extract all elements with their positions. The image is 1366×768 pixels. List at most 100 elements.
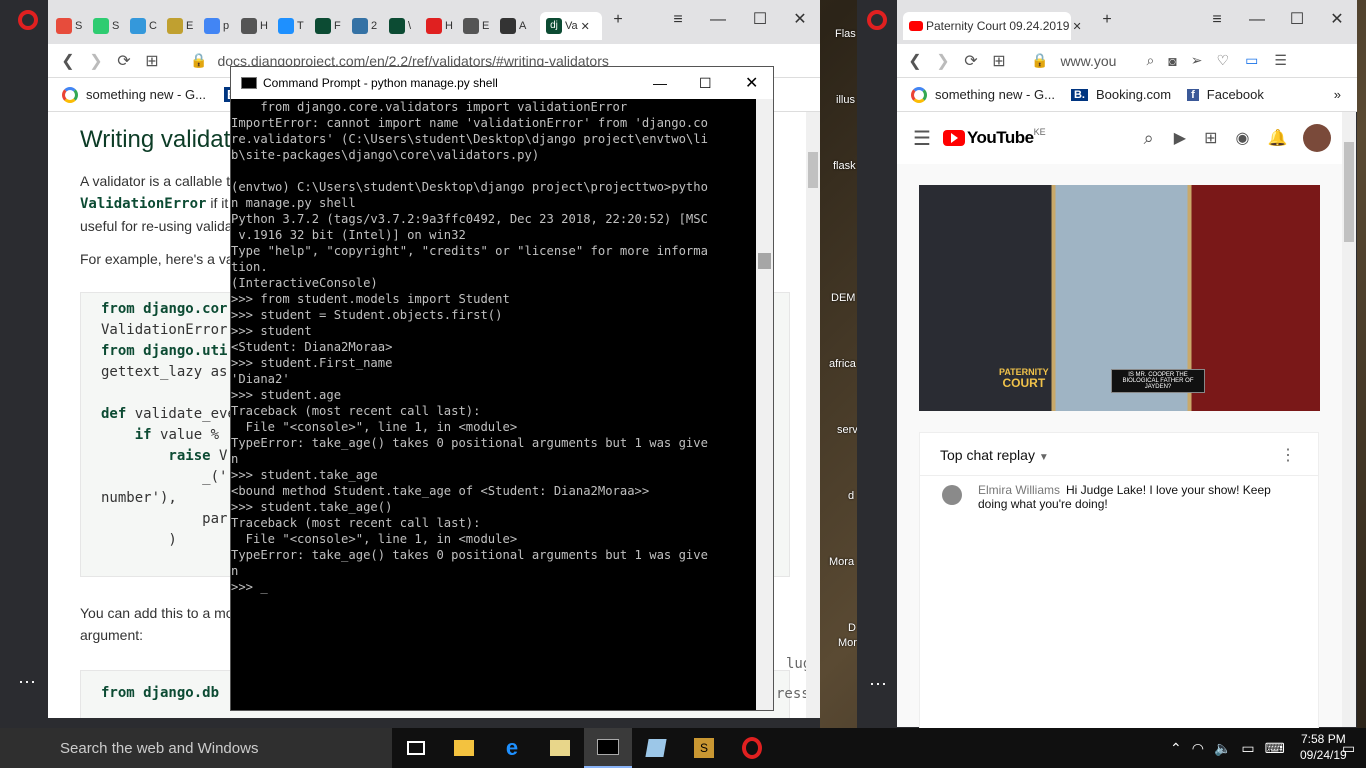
task-view-icon[interactable] [392,728,440,768]
minimize-button[interactable]: — [1247,10,1267,30]
opera-logo-icon[interactable] [867,10,887,30]
video-player[interactable]: PATERNITY COURT IS MR. COOPER THE BIOLOGI… [919,185,1320,411]
search-box[interactable]: Search the web and Windows [0,728,392,768]
minimize-button[interactable]: — [653,75,667,91]
store-icon[interactable] [536,728,584,768]
browser-tab[interactable]: A [500,12,536,40]
chat-header[interactable]: Top chat replay ▼ [940,447,1049,463]
opera-taskbar-icon[interactable] [728,728,776,768]
bookmark-something-new[interactable]: something new - G... [935,87,1055,102]
cmd-scrollbar[interactable] [756,99,773,710]
browser-tab[interactable]: E [463,12,499,40]
back-icon[interactable]: ❮ [901,51,929,71]
desktop-icon-label[interactable]: Mor [838,637,857,649]
forward-icon[interactable]: ❯ [82,51,110,71]
browser-tab[interactable]: p [204,12,240,40]
desktop-icon-label[interactable]: D [848,622,856,634]
maximize-button[interactable]: ☐ [1287,10,1307,30]
close-window-button[interactable]: ✕ [790,10,810,30]
lock-icon: 🔒 [190,52,208,68]
close-window-button[interactable]: ✕ [1327,10,1347,30]
paint-icon[interactable] [632,728,680,768]
forward-icon[interactable]: ❯ [929,51,957,71]
browser-tab[interactable]: 2 [352,12,388,40]
back-icon[interactable]: ❮ [54,51,82,71]
volume-icon[interactable]: 🔈 [1214,740,1231,757]
heart-icon[interactable]: ♡ [1217,52,1230,69]
close-tab-icon[interactable]: ✕ [581,20,590,33]
browser-tab[interactable]: S [56,12,92,40]
action-center-icon[interactable]: ▭ [1342,740,1355,757]
tab-active-validators[interactable]: dj Va ✕ [540,12,602,40]
page-scrollbar[interactable] [1342,112,1356,727]
youtube-logo[interactable]: YouTube [967,128,1034,148]
opera-logo-icon[interactable] [18,10,38,30]
cmd-title-bar[interactable]: Command Prompt - python manage.py shell … [231,67,773,99]
browser-tab[interactable]: \ [389,12,425,40]
youtube-logo-icon[interactable] [942,130,965,146]
keyboard-icon[interactable]: ⌨ [1265,740,1285,757]
clock[interactable]: 7:58 PM 09/24/19 [1300,731,1347,763]
bookmark-something-new[interactable]: something new - G... [86,87,206,102]
wifi-icon[interactable]: ◠ [1192,740,1204,757]
console-output[interactable]: from django.core.validators import valid… [231,99,757,707]
avatar[interactable] [1303,124,1332,152]
browser-tab[interactable]: H [241,12,277,40]
settings-icon[interactable]: ☰ [1274,52,1287,69]
browser-tab[interactable]: H [426,12,462,40]
url-field[interactable]: www.you [1060,53,1116,69]
desktop-icon-label[interactable]: flask [833,160,856,172]
sublime-icon[interactable]: S [680,728,728,768]
page-scrollbar[interactable] [806,112,820,718]
messages-icon[interactable]: ◉ [1235,128,1249,148]
search-icon[interactable]: ⌕ [1146,52,1154,69]
tab-label: A [519,20,527,32]
desktop-icon-label[interactable]: Flas [835,28,856,40]
edge-icon[interactable]: e [488,728,536,768]
camera-icon[interactable]: ◙ [1168,53,1176,69]
new-tab-button[interactable]: + [608,10,628,30]
more-icon[interactable]: ⋯ [869,674,887,695]
bookmark-booking[interactable]: Booking.com [1096,87,1171,102]
browser-tab[interactable]: F [315,12,351,40]
speed-dial-icon[interactable]: ⊞ [985,51,1013,71]
tab-active-paternity[interactable]: Paternity Court 09.24.2019 ✕ [903,12,1082,40]
reload-icon[interactable]: ⟳ [957,51,985,71]
desktop-icon-label[interactable]: DEM [831,292,855,304]
battery-saver-icon[interactable]: ▭ [1245,52,1258,69]
create-video-icon[interactable]: ▶ [1174,128,1186,148]
hamburger-menu-icon[interactable]: ☰ [913,126,931,151]
desktop-icon-label[interactable]: illus [836,94,855,106]
more-icon[interactable]: ⋯ [18,672,36,693]
desktop-icon-label[interactable]: africa [829,358,856,370]
more-options-icon[interactable]: ⋮ [1280,445,1296,465]
maximize-button[interactable]: ☐ [750,10,770,30]
notifications-bell-icon[interactable]: 🔔 [1267,128,1287,148]
browser-tab[interactable]: C [130,12,166,40]
maximize-button[interactable]: ☐ [699,75,712,92]
search-icon[interactable]: ⌕ [1144,128,1154,149]
desktop-icon-label[interactable]: d [848,490,854,502]
reload-icon[interactable]: ⟳ [110,51,138,71]
file-explorer-icon[interactable] [440,728,488,768]
tab-menu-icon[interactable]: ≡ [668,10,688,30]
new-tab-button[interactable]: + [1097,10,1117,30]
desktop-icon-label[interactable]: Mora [829,556,854,568]
bookmark-facebook[interactable]: Facebook [1207,87,1264,102]
close-window-button[interactable]: ✕ [745,73,758,93]
send-icon[interactable]: ➢ [1191,52,1203,69]
cmd-taskbar-icon[interactable] [584,728,632,768]
battery-icon[interactable]: ▭ [1241,740,1254,757]
browser-tab[interactable]: T [278,12,314,40]
close-tab-icon[interactable]: ✕ [1072,20,1081,33]
speed-dial-icon[interactable]: ⊞ [138,51,166,71]
more-bookmarks-icon[interactable]: » [1334,87,1341,102]
tab-menu-icon[interactable]: ≡ [1207,10,1227,30]
browser-tab[interactable]: S [93,12,129,40]
tab-label: H [445,20,453,32]
chevron-up-icon[interactable]: ⌃ [1170,740,1182,757]
browser-tab[interactable]: E [167,12,203,40]
apps-grid-icon[interactable]: ⊞ [1204,128,1217,148]
desktop-icon-label[interactable]: serv [837,424,858,436]
minimize-button[interactable]: — [708,10,728,30]
